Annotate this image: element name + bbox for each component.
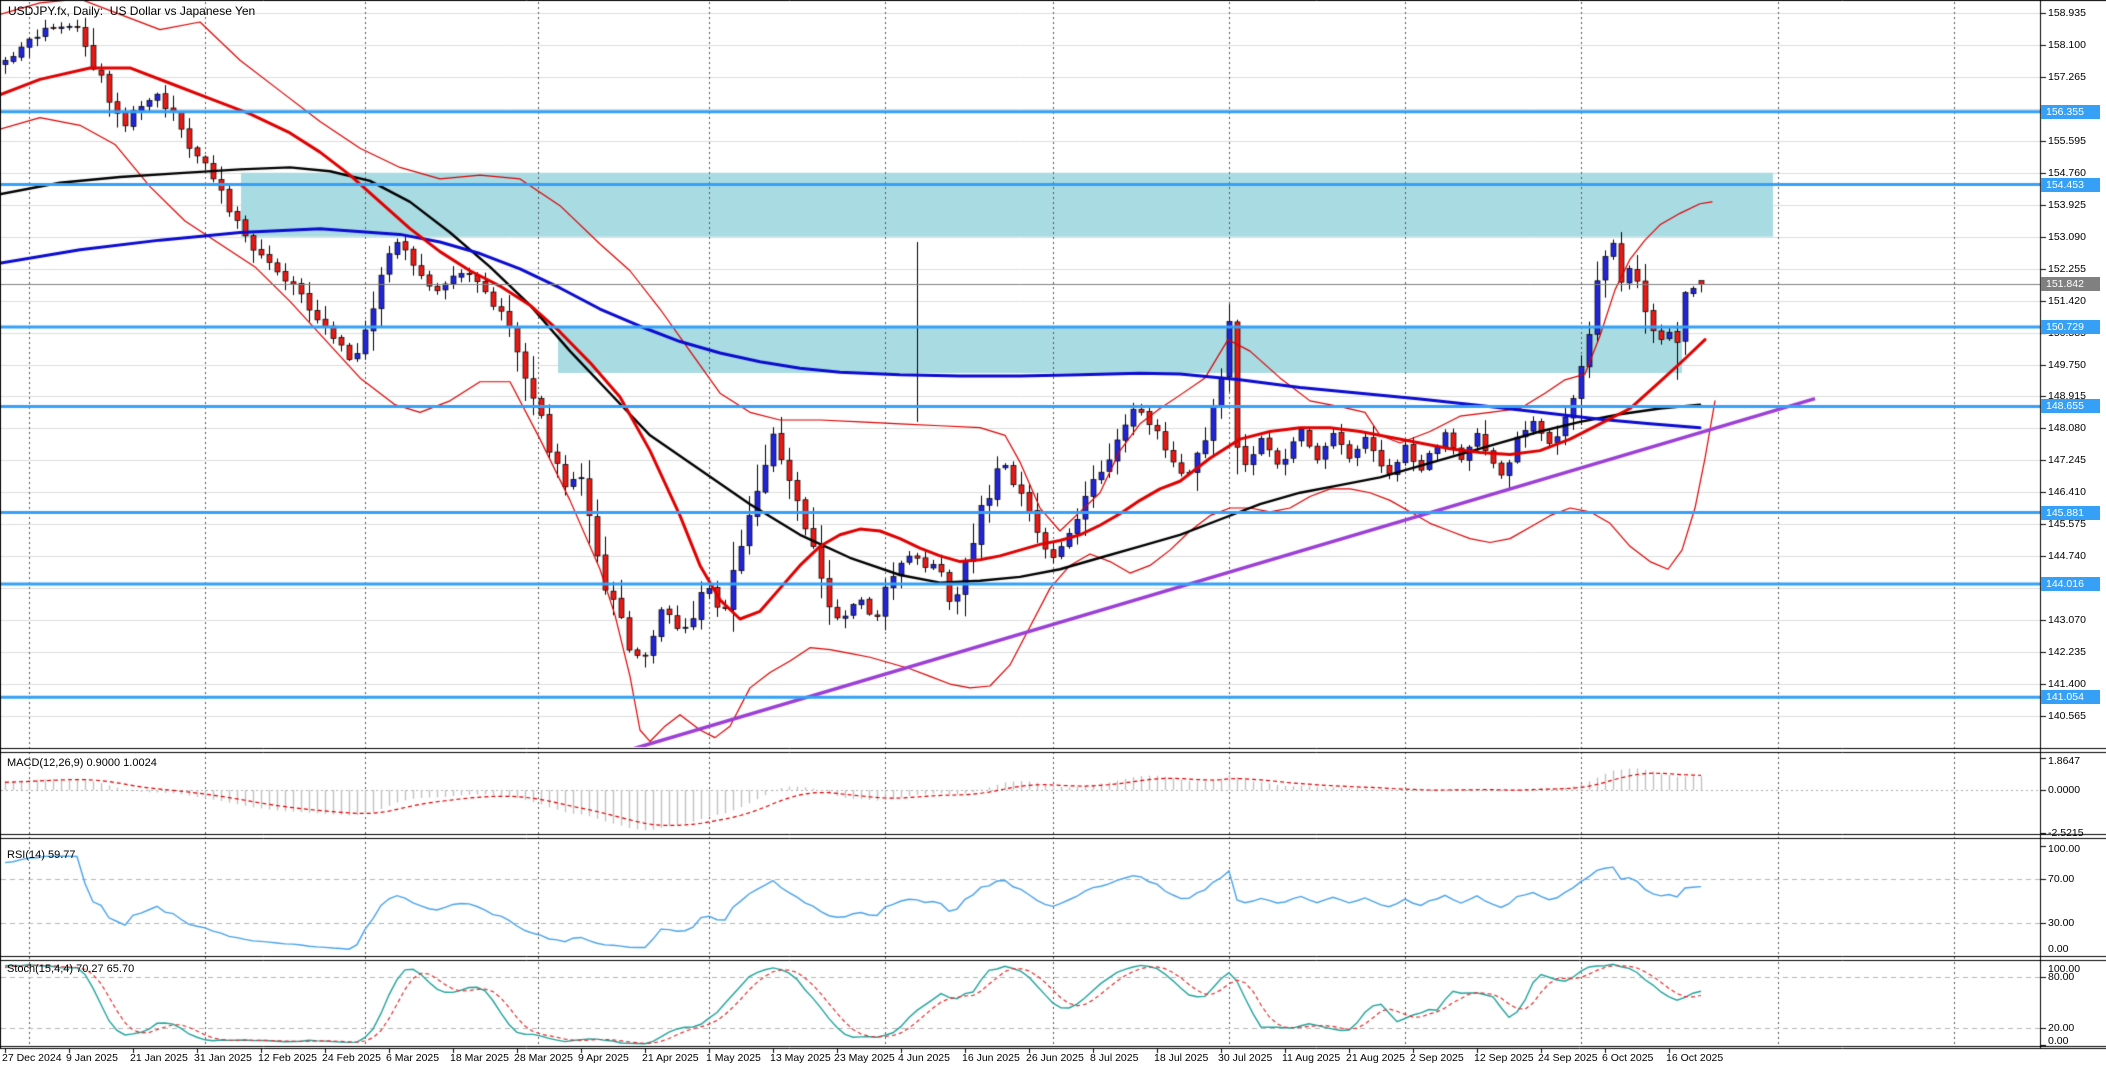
date-label: 18 Mar 2025 [450, 1052, 509, 1064]
price-tick-label: 140.565 [2048, 710, 2086, 722]
date-label: 18 Jul 2025 [1154, 1052, 1208, 1064]
price-tick-label: 157.265 [2048, 71, 2086, 83]
price-tick-label: 158.935 [2048, 7, 2086, 19]
rsi-tick-label: 30.00 [2048, 917, 2074, 929]
stoch-tick-label: 0.00 [2048, 1035, 2068, 1047]
date-label: 24 Sep 2025 [1538, 1052, 1598, 1064]
macd-tick-label: -2.5215 [2048, 827, 2084, 839]
price-tick-label: 151.420 [2048, 295, 2086, 307]
date-label: 21 Aug 2025 [1346, 1052, 1405, 1064]
stoch-indicator-label: Stoch(15,4,4) 70.27 65.70 [7, 963, 134, 975]
date-label: 2 Sep 2025 [1410, 1052, 1464, 1064]
macd-tick-label: 1.8647 [2048, 755, 2080, 767]
sr-level-price-tag: 148.655 [2041, 399, 2100, 413]
date-label: 12 Sep 2025 [1474, 1052, 1534, 1064]
stoch-tick-label: 80.00 [2048, 971, 2074, 983]
trading-chart-window: USDJPY.fx, Daily: US Dollar vs Japanese … [0, 0, 2106, 1073]
price-tick-label: 141.400 [2048, 678, 2086, 690]
date-label: 27 Dec 2024 [2, 1052, 62, 1064]
time-axis[interactable]: 27 Dec 2024 9 Jan 2025 21 Jan 2025 31 Jan 2… [0, 1049, 2106, 1073]
price-tick-label: 153.090 [2048, 231, 2086, 243]
date-label: 31 Jan 2025 [194, 1052, 252, 1064]
date-label: 24 Feb 2025 [322, 1052, 381, 1064]
date-label: 9 Jan 2025 [66, 1052, 118, 1064]
price-tick-label: 142.235 [2048, 646, 2086, 658]
sr-level-price-tag: 150.729 [2041, 320, 2100, 334]
price-tick-label: 153.925 [2048, 199, 2086, 211]
rsi-indicator-label: RSI(14) 59.77 [7, 849, 75, 861]
date-label: 30 Jul 2025 [1218, 1052, 1272, 1064]
date-label: 11 Aug 2025 [1282, 1052, 1340, 1064]
price-tick-label: 158.100 [2048, 39, 2086, 51]
rsi-tick-label: 100.00 [2048, 843, 2080, 855]
price-tick-label: 143.070 [2048, 614, 2086, 626]
chart-title: USDJPY.fx, Daily: US Dollar vs Japanese … [8, 4, 255, 18]
price-tick-label: 155.595 [2048, 135, 2086, 147]
price-tick-label: 149.750 [2048, 359, 2086, 371]
date-label: 6 Mar 2025 [386, 1052, 439, 1064]
date-label: 21 Jan 2025 [130, 1052, 188, 1064]
rsi-tick-label: 0.00 [2048, 943, 2068, 955]
candlestick-chart-canvas[interactable] [0, 0, 2106, 1073]
date-label: 6 Oct 2025 [1602, 1052, 1653, 1064]
price-tick-label: 144.740 [2048, 550, 2086, 562]
date-label: 9 Apr 2025 [578, 1052, 629, 1064]
macd-indicator-label: MACD(12,26,9) 0.9000 1.0024 [7, 757, 157, 769]
date-label: 16 Oct 2025 [1666, 1052, 1723, 1064]
date-label: 26 Jun 2025 [1026, 1052, 1084, 1064]
macd-tick-label: 0.0000 [2048, 784, 2080, 796]
date-label: 23 May 2025 [834, 1052, 895, 1064]
price-axis[interactable]: 158.935158.100157.265156.430155.595154.7… [2040, 0, 2106, 1048]
current-price-tag: 151.842 [2041, 277, 2100, 291]
date-label: 12 Feb 2025 [258, 1052, 317, 1064]
sr-level-price-tag: 144.016 [2041, 577, 2100, 591]
price-tick-label: 152.255 [2048, 263, 2086, 275]
price-tick-label: 147.245 [2048, 454, 2086, 466]
price-tick-label: 146.410 [2048, 486, 2086, 498]
price-tick-label: 148.080 [2048, 422, 2086, 434]
sr-level-price-tag: 154.453 [2041, 178, 2100, 192]
date-label: 4 Jun 2025 [898, 1052, 950, 1064]
sr-level-price-tag: 141.054 [2041, 690, 2100, 704]
sr-level-price-tag: 156.355 [2041, 105, 2100, 119]
date-label: 1 May 2025 [706, 1052, 761, 1064]
rsi-tick-label: 70.00 [2048, 873, 2074, 885]
date-label: 13 May 2025 [770, 1052, 831, 1064]
stoch-tick-label: 20.00 [2048, 1022, 2074, 1034]
date-label: 21 Apr 2025 [642, 1052, 699, 1064]
sr-level-price-tag: 145.881 [2041, 506, 2100, 520]
date-label: 28 Mar 2025 [514, 1052, 573, 1064]
date-label: 8 Jul 2025 [1090, 1052, 1138, 1064]
date-label: 16 Jun 2025 [962, 1052, 1020, 1064]
